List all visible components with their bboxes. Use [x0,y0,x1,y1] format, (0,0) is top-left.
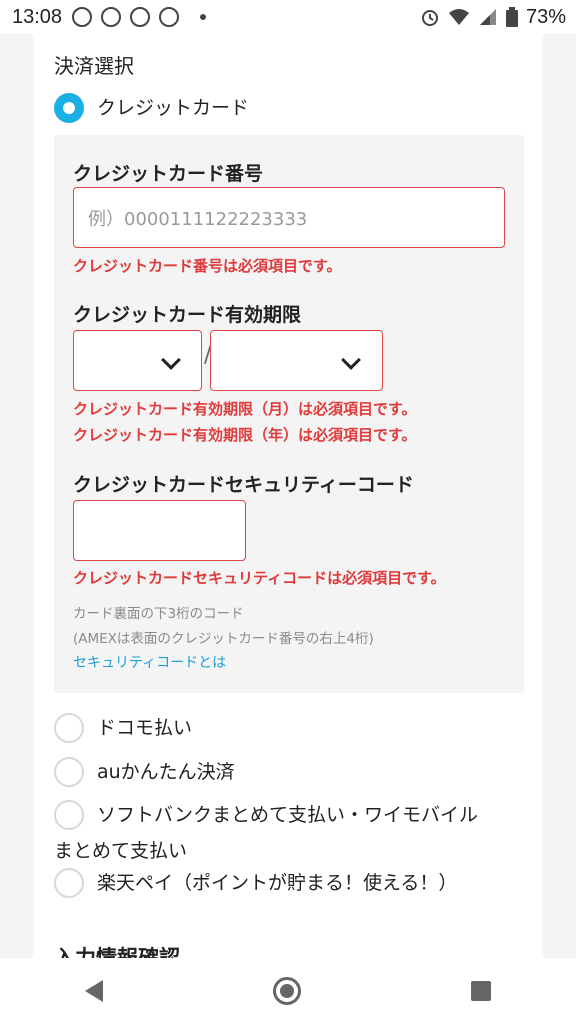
radio-label: 楽天ペイ（ポイントが貯まる！使える！） [97,872,458,894]
credit-card-panel: クレジットカード番号 例）0000111122223333 クレジットカード番号… [54,135,524,693]
card-number-placeholder: 例）0000111122223333 [88,209,308,230]
status-bar: 13:08 73% [0,0,576,34]
radio-label: auかんたん決済 [97,761,235,783]
radio-option-docomo[interactable]: ドコモ払い [54,713,192,743]
radio-unselected-icon[interactable] [54,868,84,898]
recent-apps-icon[interactable] [471,981,491,1001]
radio-unselected-icon[interactable] [54,757,84,787]
security-note: カード裏面の下3桁のコード [73,606,244,622]
security-code-link[interactable]: セキュリティコードとは [73,652,226,672]
radio-label: クレジットカード [97,97,250,119]
security-code-label: クレジットカードセキュリティーコード [73,474,414,496]
expiry-year-error: クレジットカード有効期限（年）は必須項目です。 [73,426,417,444]
card-number-input[interactable]: 例）0000111122223333 [73,187,505,248]
radio-unselected-icon[interactable] [54,713,84,743]
softbank-label-continuation: まとめて支払い [54,836,187,866]
app-notification-icon [130,7,151,27]
status-time: 13:08 [12,5,63,28]
expiry-label: クレジットカード有効期限 [73,304,302,326]
battery-icon [505,7,518,27]
section-title: 決済選択 [54,54,134,78]
notification-icons [72,7,207,27]
app-notification-icon [101,7,122,27]
back-icon[interactable] [85,980,103,1002]
chevron-down-icon [161,350,181,370]
radio-selected-icon[interactable] [54,93,84,123]
battery-percent: 73% [525,5,566,28]
card-number-label: クレジットカード番号 [73,163,264,185]
signal-icon [479,9,496,25]
alarm-icon [421,10,438,26]
security-note-amex: (AMEXは表面のクレジットカード番号の右上4桁) [73,631,374,647]
expiry-month-error: クレジットカード有効期限（月）は必須項目です。 [73,400,417,418]
globe-icon [159,7,180,27]
radio-option-rakuten[interactable]: 楽天ペイ（ポイントが貯まる！使える！） [54,868,457,898]
radio-label: ソフトバンクまとめて支払い・ワイモバイル [97,804,478,826]
radio-option-softbank[interactable]: ソフトバンクまとめて支払い・ワイモバイル [54,800,478,830]
home-icon[interactable] [273,977,301,1005]
more-notifications-icon [200,14,207,20]
app-notification-icon [72,7,93,27]
radio-unselected-icon[interactable] [54,800,84,830]
system-nav-bar [0,958,576,1024]
chevron-down-icon [341,350,361,370]
expiry-month-select[interactable] [73,330,202,391]
radio-label: ドコモ払い [97,717,193,739]
security-code-error: クレジットカードセキュリティコードは必須項目です。 [73,569,446,587]
card-number-error: クレジットカード番号は必須項目です。 [73,257,342,275]
radio-option-credit-card[interactable]: クレジットカード [54,93,249,123]
security-code-input[interactable] [73,500,246,561]
wifi-icon [448,9,469,25]
radio-option-au[interactable]: auかんたん決済 [54,757,235,787]
radio-label-continuation: まとめて支払い [54,840,188,862]
payment-form: 決済選択 クレジットカード クレジットカード番号 例）0000111122223… [34,34,542,958]
next-section-heading: 入力情報確認 [54,946,180,958]
expiry-year-select[interactable] [210,330,383,391]
